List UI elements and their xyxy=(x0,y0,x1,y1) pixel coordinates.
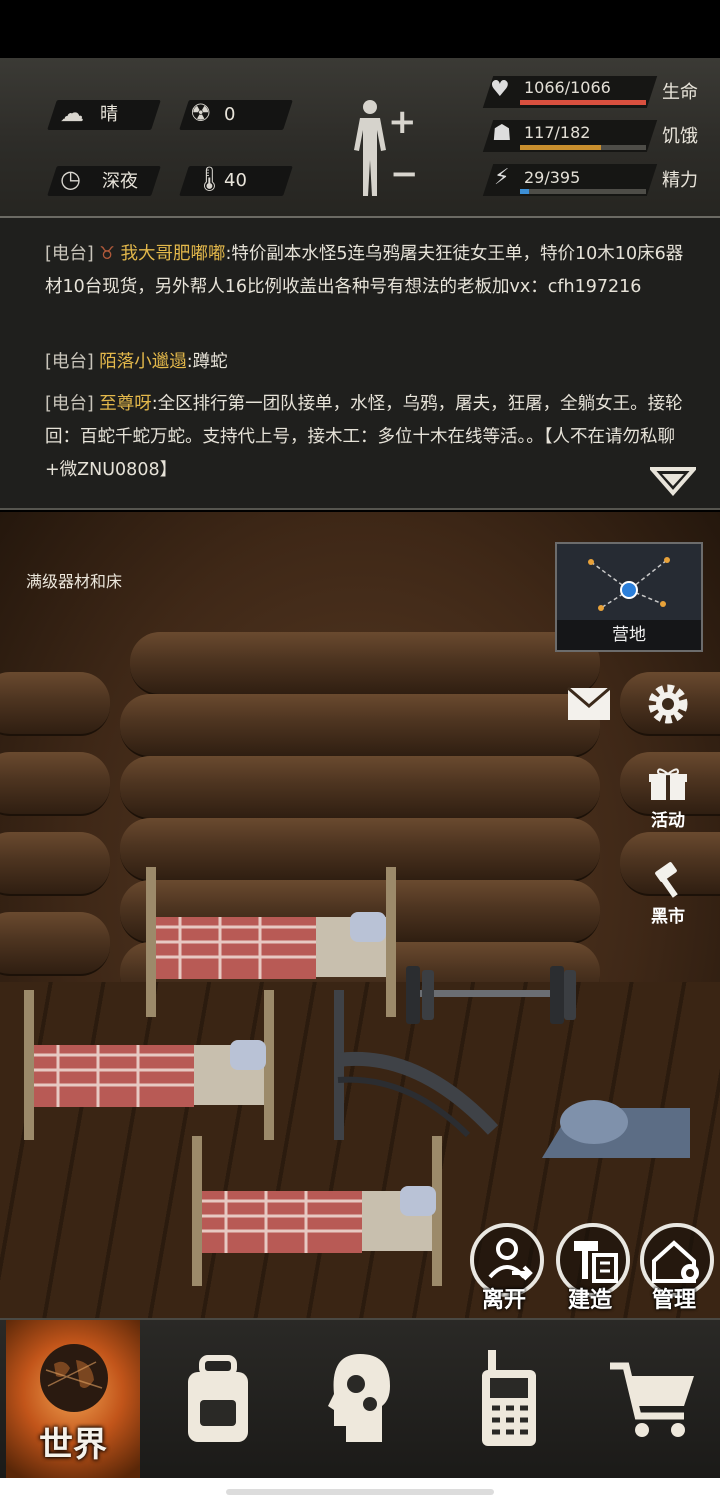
wall-log xyxy=(0,832,110,896)
health-label: 生命 xyxy=(662,82,698,103)
plus-icon[interactable]: + xyxy=(388,102,417,142)
walkie-talkie-icon[interactable] xyxy=(478,1348,540,1448)
activity-button[interactable]: 活动 xyxy=(646,766,690,831)
backpack-icon[interactable] xyxy=(178,1354,258,1446)
hunger-bar-fill xyxy=(520,145,602,150)
weather-cloud-icon: ☁ xyxy=(60,99,84,127)
chat-channel: [电台] xyxy=(45,394,94,414)
thermometer-icon: 🌡 xyxy=(194,165,225,193)
minimap-map xyxy=(588,557,670,611)
bottom-nav: 世界 xyxy=(0,1318,720,1480)
nav-world-label: 世界 xyxy=(39,1425,107,1465)
wall-log xyxy=(0,672,110,736)
activity-label: 活动 xyxy=(651,811,685,831)
wall-log xyxy=(0,752,110,816)
wall-log xyxy=(120,756,600,820)
gift-icon xyxy=(649,768,687,800)
camp-scene: 满级器材和床 营地 活动 黑市 离开 建造 管理 xyxy=(0,512,720,1320)
chat-sender[interactable]: 至尊呀 xyxy=(99,394,152,414)
hunger-bar xyxy=(520,145,646,150)
shopping-cart-icon[interactable] xyxy=(608,1360,698,1440)
black-market-label: 黑市 xyxy=(651,907,685,927)
chat-text: :蹲蛇 xyxy=(186,352,228,372)
globe-icon xyxy=(40,1344,108,1412)
wall-log xyxy=(0,912,110,976)
leave-label: 离开 xyxy=(481,1288,526,1313)
clock-icon: ◷ xyxy=(60,165,81,193)
stomach-icon: ☗ xyxy=(492,121,512,146)
health-bar-fill xyxy=(520,100,646,105)
mail-icon[interactable] xyxy=(566,686,612,722)
chat-message: [电台] ♉ 我大哥肥嘟嘟:特价副本水怪5连乌鸦屠夫狂徒女王单，特价10木10床… xyxy=(45,238,685,304)
health-value: 1066/1066 xyxy=(524,78,611,97)
radio-chat-panel[interactable]: [电台] ♉ 我大哥肥嘟嘟:特价副本水怪5连乌鸦屠夫狂徒女王单，特价10木10床… xyxy=(0,218,720,510)
avatar: ♉ xyxy=(99,244,115,264)
nav-world[interactable]: 世界 xyxy=(6,1320,140,1480)
chat-message: [电台] 陌落小邋遢:蹲蛇 xyxy=(45,346,685,379)
temperature-value: 40 xyxy=(224,170,247,191)
manage-label: 管理 xyxy=(651,1288,696,1313)
status-bar xyxy=(0,0,720,58)
hunger-label: 饥饿 xyxy=(662,126,698,147)
minimap-label: 营地 xyxy=(557,620,701,650)
black-market-button[interactable]: 黑市 xyxy=(644,862,692,927)
lightning-icon: ⚡ xyxy=(494,165,510,190)
energy-bar-fill xyxy=(520,189,530,194)
bed[interactable] xyxy=(186,1136,456,1286)
body-status-icon[interactable] xyxy=(350,98,390,198)
radiation-icon: ☢ xyxy=(190,99,212,127)
home-indicator[interactable] xyxy=(226,1489,494,1495)
chat-channel: [电台] xyxy=(45,352,94,372)
wall-log xyxy=(120,694,600,758)
chat-sender[interactable]: 陌落小邋遢 xyxy=(99,352,187,372)
health-bar xyxy=(520,100,646,105)
scene-title: 满级器材和床 xyxy=(26,572,123,591)
energy-label: 精力 xyxy=(662,170,698,191)
bed[interactable] xyxy=(18,990,288,1140)
minimap[interactable]: 营地 xyxy=(555,542,703,652)
radiation-value: 0 xyxy=(224,104,236,125)
hunger-value: 117/182 xyxy=(524,123,591,142)
chat-message: [电台] 至尊呀:全区排行第一团队接单，水怪，乌鸦，屠夫，狂屠，全躺女王。接轮回… xyxy=(45,388,685,487)
energy-bar xyxy=(520,189,646,194)
weight-bench[interactable] xyxy=(328,990,503,1140)
chat-channel: [电台] xyxy=(45,244,94,264)
skills-head-icon[interactable] xyxy=(326,1350,396,1446)
time-of-day-text: 深夜 xyxy=(102,171,138,192)
gavel-icon xyxy=(655,862,678,898)
chat-sender[interactable]: 我大哥肥嘟嘟 xyxy=(121,244,226,264)
heart-icon: ♥ xyxy=(490,77,510,102)
weather-text: 晴 xyxy=(100,104,118,125)
wall-log xyxy=(130,632,600,696)
minus-icon[interactable]: − xyxy=(390,154,419,194)
energy-value: 29/395 xyxy=(524,168,581,187)
yoga-mat[interactable] xyxy=(532,1088,692,1164)
stats-panel: ☁ 晴 ☢ 0 ◷ 深夜 🌡 40 + − ♥ 1066/1066 生命 ☗ 1… xyxy=(0,58,720,218)
gear-icon[interactable] xyxy=(646,682,690,726)
build-label: 建造 xyxy=(567,1288,612,1313)
chevron-down-icon[interactable] xyxy=(650,466,696,496)
